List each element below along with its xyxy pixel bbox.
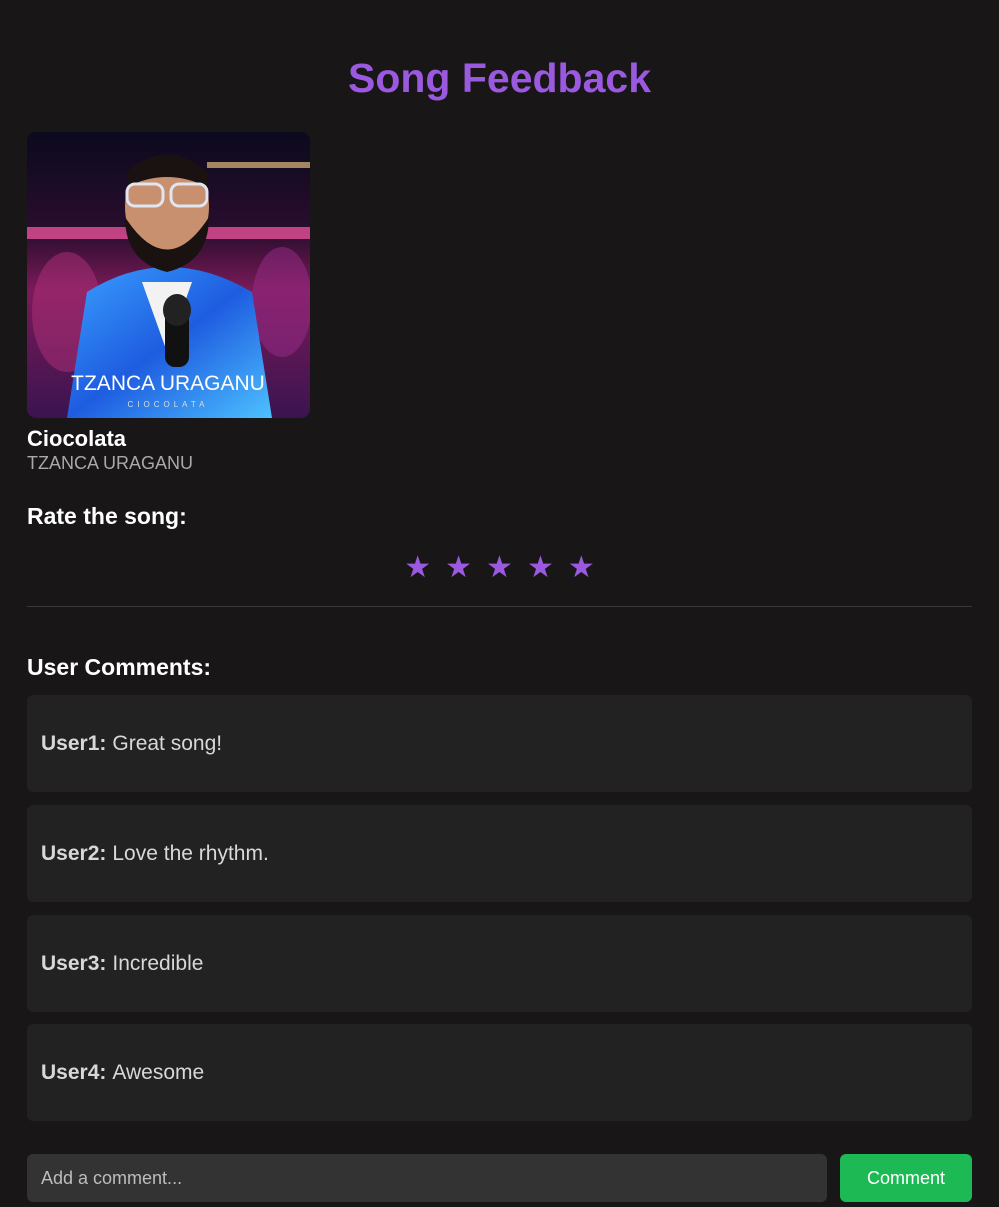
cover-artist-text: TZANCA URAGANU xyxy=(71,372,265,395)
page-title: Song Feedback xyxy=(347,55,651,101)
cover-song-text: CIOCOLATA xyxy=(127,400,208,409)
song-artist: TZANCA URAGANU xyxy=(27,453,194,473)
comment-text: Love the rhythm. xyxy=(112,841,269,865)
comment-card: User3: Incredible xyxy=(27,915,972,1012)
comment-text: Incredible xyxy=(112,951,204,975)
star-5-icon[interactable]: ★ xyxy=(568,548,595,588)
comment-user: User1: xyxy=(41,731,107,755)
comment-button[interactable]: Comment xyxy=(840,1154,972,1202)
song-feedback-page: Song Feedback TZANCA URAGANU CIOCOLATA C… xyxy=(0,0,999,1207)
comment-user: User4: xyxy=(41,1060,107,1084)
comments-heading: User Comments: xyxy=(27,654,212,680)
comment-card: User2: Love the rhythm. xyxy=(27,805,972,902)
comment-card: User4: Awesome xyxy=(27,1024,972,1121)
star-rating: ★ ★ ★ ★ ★ xyxy=(0,548,999,588)
rate-heading: Rate the song: xyxy=(27,503,187,529)
star-4-icon[interactable]: ★ xyxy=(527,548,554,588)
song-title: Ciocolata xyxy=(27,426,127,451)
divider xyxy=(27,606,972,607)
comment-user: User2: xyxy=(41,841,107,865)
star-2-icon[interactable]: ★ xyxy=(445,548,472,588)
album-cover-image: TZANCA URAGANU CIOCOLATA xyxy=(27,132,310,418)
comment-text: Awesome xyxy=(112,1060,205,1084)
star-1-icon[interactable]: ★ xyxy=(404,548,431,588)
comment-input[interactable] xyxy=(27,1154,827,1202)
comment-user: User3: xyxy=(41,951,107,975)
star-3-icon[interactable]: ★ xyxy=(486,548,513,588)
comment-text: Great song! xyxy=(112,731,223,755)
comment-card: User1: Great song! xyxy=(27,695,972,792)
